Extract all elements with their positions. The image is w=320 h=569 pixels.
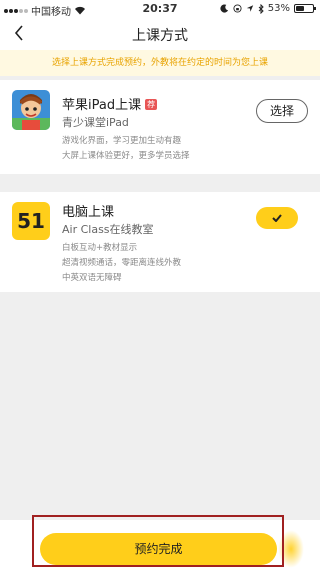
ipad-option-subtitle: 青少课堂iPad: [62, 116, 129, 129]
pc-desc-line: 超清视频通话，零距离连线外教: [62, 258, 182, 268]
battery-icon: [294, 4, 316, 13]
select-ipad-button[interactable]: 选择: [256, 99, 308, 123]
pc-desc-line: 中英双语无障碍: [62, 273, 122, 283]
nav-bar: 上课方式: [0, 18, 320, 50]
moon-icon: [220, 4, 228, 13]
ipad-option-title: 苹果iPad上课: [62, 98, 142, 113]
checkmark-icon: [272, 214, 282, 222]
lock-rotation-icon: [233, 4, 242, 13]
option-card-ipad[interactable]: 苹果iPad上课荐 青少课堂iPad 游戏化界面，学习更加生动有趣 大屏上课体验…: [0, 80, 320, 174]
page-title: 上课方式: [132, 28, 188, 44]
battery-fill: [296, 6, 304, 11]
ipad-desc-line: 游戏化界面，学习更加生动有趣: [62, 136, 182, 146]
highlight-frame: [32, 515, 284, 567]
air-class-logo: 51: [12, 202, 50, 240]
status-bar: 中国移动 20:37 53%: [0, 0, 320, 18]
location-icon: [246, 5, 253, 12]
footer-bar: 预约完成: [0, 515, 320, 569]
ipad-option-title-row: 苹果iPad上课荐: [62, 94, 158, 113]
bluetooth-icon: [258, 3, 264, 14]
ipad-app-thumbnail: [12, 90, 50, 130]
pc-option-subtitle: Air Class在线教室: [62, 223, 154, 236]
pc-option-desc: 白板互动+教材显示 超清视频通话，零距离连线外教 中英双语无障碍: [62, 241, 181, 286]
pc-option-title: 电脑上课: [62, 205, 115, 220]
ipad-desc-line: 大屏上课体验更好，更多学员选择: [62, 151, 190, 161]
battery-percent: 53%: [267, 3, 290, 14]
pc-desc-line: 白板互动+教材显示: [62, 243, 138, 253]
tip-banner: 选择上课方式完成预约，外教将在约定的时间为您上课: [0, 50, 320, 76]
ipad-option-desc: 游戏化界面，学习更加生动有趣 大屏上课体验更好，更多学员选择: [62, 134, 190, 164]
recommend-tag: 荐: [145, 99, 158, 110]
option-card-pc[interactable]: 51 电脑上课 Air Class在线教室 白板互动+教材显示 超清视频通话，零…: [0, 192, 320, 292]
status-right: 53%: [220, 3, 316, 14]
selected-pc-button[interactable]: [256, 207, 298, 229]
